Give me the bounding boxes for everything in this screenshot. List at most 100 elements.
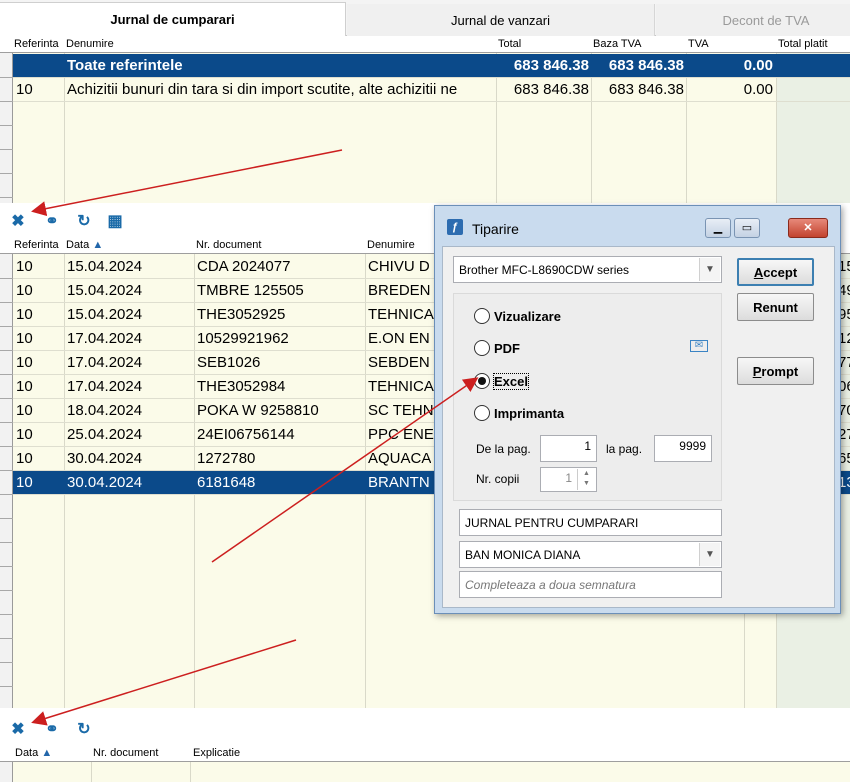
sort-asc-icon: ▲ [92, 239, 104, 251]
cell-nr-document: 1272780 [197, 450, 256, 467]
summary-grid: Referinta Denumire Total Baza TVA TVA To… [0, 37, 850, 203]
col-denumire[interactable]: Denumire [66, 38, 114, 50]
chevron-down-icon[interactable]: ▼ [699, 543, 720, 566]
table-row[interactable]: 10 Achizitii bunuri din tara si din impo… [13, 78, 850, 102]
cell-denumire: TEHNICA [368, 306, 434, 323]
to-page-field[interactable]: 9999 [654, 435, 712, 462]
sort-asc-icon: ▲ [41, 747, 53, 759]
cell-denumire: CHIVU D [368, 258, 430, 275]
radio-vizualizare[interactable]: Vizualizare [474, 308, 561, 324]
cell-denumire: E.ON EN [368, 330, 430, 347]
refresh-icon[interactable]: ↻ [74, 719, 94, 739]
cell-denumire: SEBDEN [368, 354, 430, 371]
cell-nr-document: 6181648 [197, 474, 256, 491]
col-total[interactable]: Total [498, 38, 521, 50]
refresh-icon[interactable]: ↻ [74, 211, 94, 231]
copies-stepper[interactable]: 1 ▲ ▼ [540, 467, 597, 492]
details-grid: Data ▲ Nr. document Explicatie [0, 746, 850, 782]
cell-referinta: 10 [16, 426, 33, 443]
row-indicator [0, 238, 13, 708]
cell-nr-document: 10529921962 [197, 330, 289, 347]
tab-jurnal-cumparari[interactable]: Jurnal de cumparari [0, 2, 346, 36]
maximize-button[interactable]: ▭ [734, 218, 760, 238]
cell-nr-document: POKA W 9258810 [197, 402, 319, 419]
dialog-title: Tiparire [472, 221, 519, 237]
spinner-icon[interactable]: ▲ ▼ [577, 469, 595, 490]
chevron-down-icon[interactable]: ▼ [699, 258, 720, 281]
cell-referinta: 10 [16, 354, 33, 371]
col-nr-document[interactable]: Nr. document [93, 747, 158, 759]
cell-referinta: 10 [16, 330, 33, 347]
cell-data: 15.04.2024 [67, 282, 143, 299]
col-nr-document[interactable]: Nr. document [196, 239, 261, 251]
tab-decont-tva[interactable]: Decont de TVA [656, 4, 850, 36]
report-title-field[interactable]: JURNAL PENTRU CUMPARARI [459, 509, 722, 536]
dialog-titlebar[interactable]: ƒ Tiparire ▁ ▭ ✕ [435, 206, 840, 238]
radio-pdf[interactable]: PDF [474, 340, 520, 356]
cell-data: 18.04.2024 [67, 402, 143, 419]
from-page-label: De la pag. [476, 442, 531, 456]
from-page-field[interactable]: 1 [540, 435, 597, 462]
cell-nr-document: THE3052925 [197, 306, 286, 323]
cell-referinta: 10 [16, 378, 33, 395]
app-icon: ƒ [447, 219, 463, 235]
output-options-group: Vizualizare PDF ✉ Excel Imprimanta De la… [453, 293, 722, 501]
col-data[interactable]: Data ▲ [66, 239, 103, 251]
cell-data: 25.04.2024 [67, 426, 143, 443]
col-total-platit[interactable]: Total platit [778, 38, 828, 50]
email-icon[interactable]: ✉ [690, 340, 708, 352]
col-referinta[interactable]: Referinta [14, 239, 59, 251]
cell-referinta: 10 [16, 474, 33, 491]
prompt-button[interactable]: Prompt [737, 357, 814, 385]
cell-denumire: BRANTN [368, 474, 430, 491]
accept-button[interactable]: Accept [737, 258, 814, 286]
cell-denumire: AQUACA [368, 450, 432, 467]
cell-referinta: 10 [16, 282, 33, 299]
cell-referinta: 10 [16, 450, 33, 467]
excel-export-icon[interactable]: ✖ [8, 719, 28, 739]
cell-data: 30.04.2024 [67, 474, 143, 491]
details-grid-header: Data ▲ Nr. document Explicatie [0, 746, 850, 762]
tab-jurnal-vanzari[interactable]: Jurnal de vanzari [347, 4, 655, 36]
tab-strip: Jurnal de cumparari Jurnal de vanzari De… [0, 0, 850, 36]
copies-label: Nr. copii [476, 472, 520, 486]
col-baza-tva[interactable]: Baza TVA [593, 38, 642, 50]
col-data[interactable]: Data ▲ [15, 747, 52, 759]
radio-imprimanta[interactable]: Imprimanta [474, 405, 564, 421]
printer-select-value: Brother MFC-L8690CDW series [459, 262, 630, 277]
excel-export-icon[interactable]: ✖ [8, 211, 28, 231]
col-explicatie[interactable]: Explicatie [193, 747, 240, 759]
calculator-icon[interactable]: ▦ [105, 211, 125, 231]
second-signature-field[interactable]: Completeaza a doua semnatura [459, 571, 722, 598]
cell-nr-document: CDA 2024077 [197, 258, 291, 275]
cell-referinta: 10 [16, 306, 33, 323]
col-tva[interactable]: TVA [688, 38, 709, 50]
cell-data: 17.04.2024 [67, 330, 143, 347]
cell-nr-document: SEB1026 [197, 354, 261, 371]
row-indicator [0, 37, 13, 203]
print-dialog: ƒ Tiparire ▁ ▭ ✕ Brother MFC-L8690CDW se… [434, 205, 841, 614]
cancel-button[interactable]: Renunt [737, 293, 814, 321]
signature-select[interactable]: BAN MONICA DIANA ▼ [459, 541, 722, 568]
binoculars-icon[interactable]: ⚭ [42, 211, 62, 231]
cell-nr-document: THE3052984 [197, 378, 286, 395]
printer-select[interactable]: Brother MFC-L8690CDW series ▼ [453, 256, 722, 283]
binoculars-icon[interactable]: ⚭ [42, 719, 62, 739]
minimize-button[interactable]: ▁ [705, 218, 731, 238]
col-denumire[interactable]: Denumire [367, 239, 415, 251]
radio-excel[interactable]: Excel [474, 372, 529, 390]
cell-nr-document: TMBRE 125505 [197, 282, 304, 299]
cell-data: 30.04.2024 [67, 450, 143, 467]
dialog-body: Brother MFC-L8690CDW series ▼ Accept Ren… [442, 246, 835, 608]
close-button[interactable]: ✕ [788, 218, 828, 238]
cell-denumire: SC TEHN [368, 402, 434, 419]
cell-referinta: 10 [16, 402, 33, 419]
cell-data: 17.04.2024 [67, 378, 143, 395]
table-row[interactable]: Toate referintele 683 846.38 683 846.38 … [13, 54, 850, 78]
to-page-label: la pag. [606, 442, 643, 456]
summary-grid-header: Referinta Denumire Total Baza TVA TVA To… [0, 37, 850, 53]
cell-denumire: PPC ENE [368, 426, 434, 443]
col-referinta[interactable]: Referinta [14, 38, 59, 50]
cell-data: 15.04.2024 [67, 306, 143, 323]
cell-referinta: 10 [16, 258, 33, 275]
